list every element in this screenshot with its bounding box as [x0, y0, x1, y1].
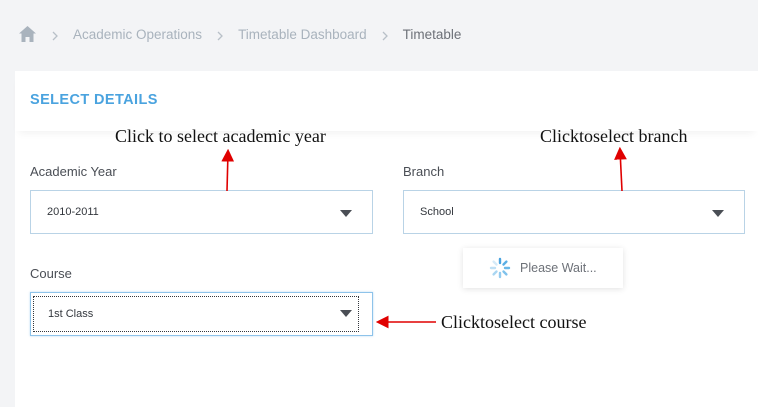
academic-year-select[interactable]: 2010-2011 [30, 190, 373, 234]
select-details-panel: SELECT DETAILS [15, 71, 758, 407]
academic-year-label: Academic Year [30, 164, 117, 179]
annotation-course: Clicktoselect course [441, 312, 587, 332]
caret-down-icon [340, 210, 352, 217]
panel-header: SELECT DETAILS [15, 71, 758, 131]
loading-indicator: Please Wait... [463, 248, 623, 288]
breadcrumb-timetable: Timetable [402, 26, 462, 42]
breadcrumb-academic-operations[interactable]: Academic Operations [73, 27, 202, 42]
chevron-right-icon [380, 29, 390, 41]
spinner-icon [489, 257, 511, 279]
course-focus-ring: 1st Class [33, 296, 359, 332]
branch-select[interactable]: School [403, 190, 745, 234]
loading-text: Please Wait... [520, 261, 597, 275]
breadcrumb-timetable-dashboard[interactable]: Timetable Dashboard [238, 27, 367, 42]
chevron-right-icon [50, 29, 60, 41]
caret-down-icon [340, 310, 352, 317]
caret-down-icon [712, 210, 724, 217]
annotation-academic-year: Click to select academic year [115, 126, 326, 146]
course-value: 1st Class [48, 308, 94, 320]
panel-title: SELECT DETAILS [30, 92, 158, 108]
chevron-right-icon [215, 29, 225, 41]
breadcrumb: Academic Operations Timetable Dashboard … [18, 24, 461, 44]
home-icon[interactable] [18, 25, 37, 43]
branch-label: Branch [403, 164, 445, 179]
course-select[interactable]: 1st Class [30, 292, 373, 336]
course-label: Course [30, 266, 72, 281]
academic-year-value: 2010-2011 [47, 206, 99, 218]
branch-value: School [420, 206, 454, 218]
annotation-branch: Clicktoselect branch [540, 126, 688, 146]
